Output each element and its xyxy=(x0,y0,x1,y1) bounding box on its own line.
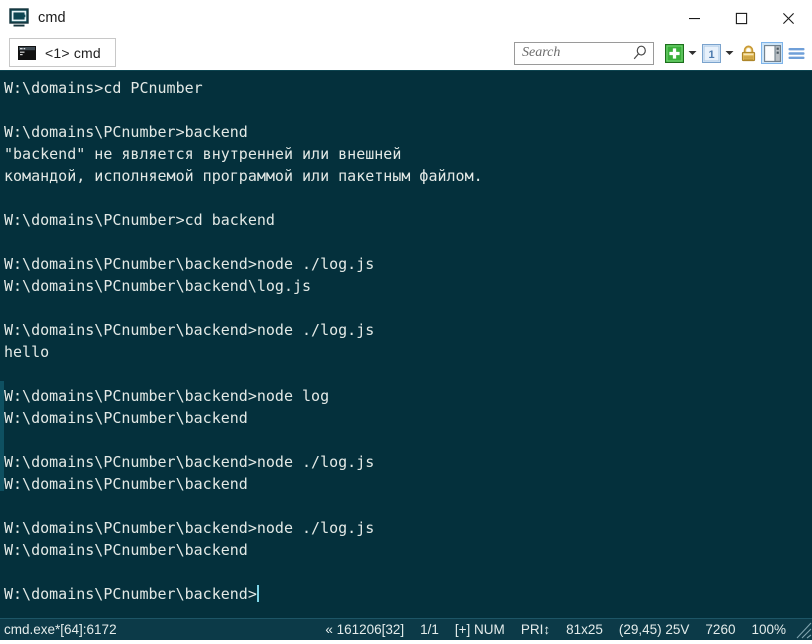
title-bar: cmd xyxy=(0,0,812,36)
close-button[interactable] xyxy=(765,0,812,36)
status-cell-pid-memory: « 161206[32] xyxy=(325,622,405,637)
conemu-window: cmd <1> cmd Search 1 W:\domains>cd PCnum… xyxy=(0,0,812,640)
padlock-icon xyxy=(741,45,755,61)
maximize-button[interactable] xyxy=(718,0,765,36)
status-process: cmd.exe*[64]:6172 xyxy=(4,622,117,637)
active-console-button[interactable]: 1 xyxy=(700,42,722,64)
panel-split-icon xyxy=(763,44,781,62)
chevron-down-icon xyxy=(725,51,734,55)
new-console-button[interactable] xyxy=(663,42,685,64)
terminal-line: W:\domains\PCnumber\backend>node ./log.j… xyxy=(4,321,375,339)
status-cell-num-lock: [+] NUM xyxy=(454,622,505,637)
terminal-line: "backend" не является внутренней или вне… xyxy=(4,145,402,163)
terminal-line: W:\domains\PCnumber\backend>node ./log.j… xyxy=(4,255,375,273)
terminal-line: W:\domains\PCnumber\backend xyxy=(4,475,248,493)
tab-bar: <1> cmd Search 1 xyxy=(0,36,812,70)
terminal-cursor xyxy=(256,585,259,602)
terminal-area[interactable]: W:\domains>cd PCnumber W:\domains\PCnumb… xyxy=(0,70,812,618)
status-cell-console-size: 81x25 xyxy=(566,622,603,637)
split-view-button[interactable] xyxy=(761,42,783,64)
active-console-dropdown[interactable] xyxy=(723,42,736,64)
search-icon[interactable] xyxy=(631,44,649,62)
chevron-down-icon xyxy=(688,51,697,55)
green-plus-icon xyxy=(664,43,684,63)
terminal-line: W:\domains>cd PCnumber xyxy=(4,79,203,97)
hamburger-menu-icon xyxy=(788,47,804,59)
terminal-line: W:\domains\PCnumber>cd backend xyxy=(4,211,275,229)
terminal-line: W:\domains\PCnumber\backend> xyxy=(4,585,259,603)
status-cell-tab-count: 1/1 xyxy=(420,622,439,637)
status-bar: cmd.exe*[64]:6172 « 161206[32] 1/1 [+] N… xyxy=(0,618,812,640)
status-cell-cursor-position: (29,45) 25V xyxy=(618,622,690,637)
console-number-1-icon: 1 xyxy=(701,43,721,63)
conemu-icon xyxy=(9,8,29,27)
close-icon xyxy=(783,12,794,24)
status-cell-handle-count: 7260 xyxy=(705,622,736,637)
resize-grip[interactable] xyxy=(794,619,812,641)
terminal-line: W:\domains\PCnumber\backend xyxy=(4,409,248,427)
terminal-line: W:\domains\PCnumber\backend xyxy=(4,541,248,559)
window-controls xyxy=(671,0,812,36)
tab-console-1[interactable]: <1> cmd xyxy=(9,38,116,67)
toolbar: Search 1 xyxy=(514,36,812,70)
resize-grip-icon xyxy=(796,622,812,638)
terminal-line: hello xyxy=(4,343,50,361)
admin-lock-button[interactable] xyxy=(737,42,759,64)
main-menu-button[interactable] xyxy=(785,42,807,64)
minimize-button[interactable] xyxy=(671,0,718,36)
terminal-line: W:\domains\PCnumber\backend>node log xyxy=(4,387,330,405)
search-placeholder: Search xyxy=(522,45,561,60)
svg-text:1: 1 xyxy=(708,49,714,61)
new-console-dropdown[interactable] xyxy=(686,42,699,64)
minimize-icon xyxy=(689,17,700,19)
terminal-line: W:\domains\PCnumber>backend xyxy=(4,123,248,141)
tab-label: <1> cmd xyxy=(45,44,101,61)
terminal-line: W:\domains\PCnumber\backend\log.js xyxy=(4,277,312,295)
terminal-line: W:\domains\PCnumber\backend>node ./log.j… xyxy=(4,453,375,471)
terminal-line: W:\domains\PCnumber\backend>node ./log.j… xyxy=(4,519,375,537)
terminal-line: командой, исполняемой программой или пак… xyxy=(4,167,483,185)
status-cell-zoom: 100% xyxy=(751,622,786,637)
terminal-output[interactable]: W:\domains>cd PCnumber W:\domains\PCnumb… xyxy=(0,71,812,618)
console-icon xyxy=(18,45,36,60)
search-input[interactable]: Search xyxy=(514,41,654,65)
maximize-icon xyxy=(735,12,748,24)
status-cell-priority: PRI↕ xyxy=(520,622,551,637)
window-title: cmd xyxy=(38,10,66,26)
